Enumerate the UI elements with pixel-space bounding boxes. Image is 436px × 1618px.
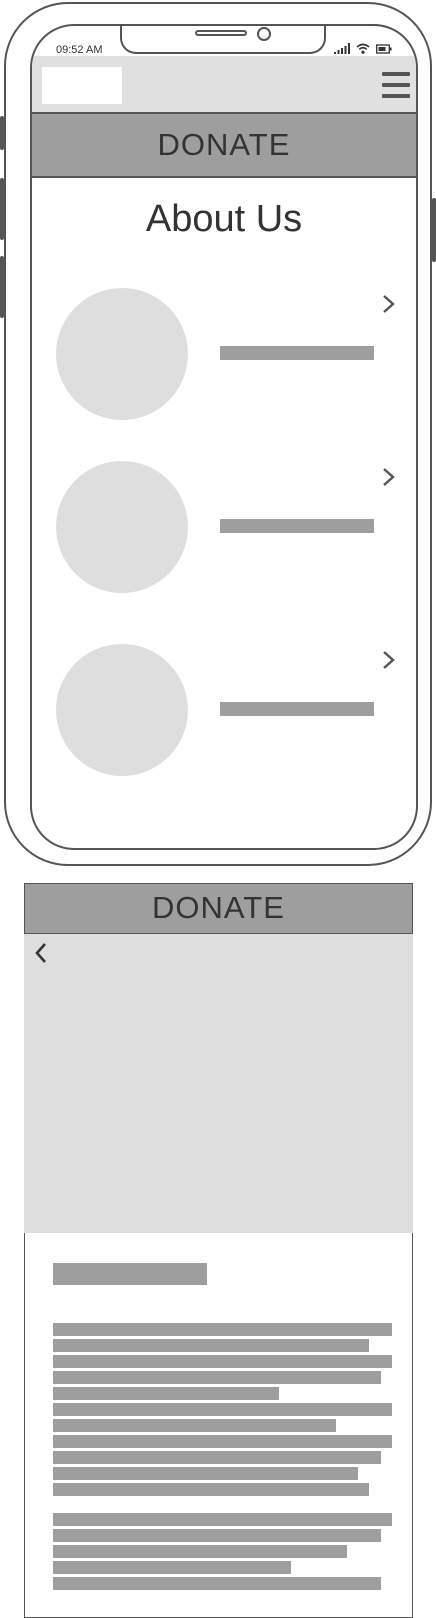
donate-button[interactable]: DONATE — [32, 114, 416, 178]
team-member-item[interactable] — [32, 461, 416, 597]
hamburger-menu-icon[interactable] — [382, 72, 410, 98]
chevron-right-icon[interactable] — [382, 650, 396, 670]
text-line-placeholder — [53, 1419, 336, 1432]
text-line-placeholder — [53, 1323, 392, 1336]
avatar-placeholder — [56, 288, 188, 420]
status-icons — [334, 42, 392, 54]
page-title: About Us — [145, 198, 303, 240]
chevron-left-icon[interactable] — [34, 942, 48, 964]
battery-icon — [376, 44, 392, 54]
avatar-placeholder — [56, 461, 188, 593]
text-line-placeholder — [53, 1577, 381, 1590]
chevron-right-icon[interactable] — [382, 294, 396, 314]
power-button — [432, 198, 436, 262]
app-header — [32, 56, 416, 114]
text-line-placeholder — [53, 1355, 392, 1368]
text-line-placeholder — [53, 1403, 392, 1416]
text-line-placeholder — [53, 1387, 279, 1400]
chevron-right-icon[interactable] — [382, 467, 396, 487]
text-line-placeholder — [53, 1529, 381, 1542]
name-placeholder-bar — [220, 519, 374, 533]
hero-image-placeholder — [24, 934, 413, 1233]
avatar-placeholder — [56, 644, 188, 776]
signal-icon — [334, 43, 350, 54]
team-member-item[interactable] — [32, 288, 416, 424]
wifi-icon — [356, 43, 370, 54]
logo-placeholder[interactable] — [42, 67, 122, 104]
text-line-placeholder — [53, 1513, 392, 1526]
text-line-placeholder — [53, 1467, 358, 1480]
phone-frame: 09:52 AM DONATE About Us — [4, 2, 432, 866]
phone-screen: 09:52 AM DONATE About Us — [30, 24, 418, 850]
name-placeholder-bar — [220, 702, 374, 716]
donate-button[interactable]: DONATE — [25, 884, 412, 934]
front-camera — [257, 27, 271, 41]
text-line-placeholder — [53, 1561, 291, 1574]
text-line-placeholder — [53, 1371, 381, 1384]
notch — [120, 26, 326, 54]
name-placeholder-bar — [220, 346, 374, 360]
text-line-placeholder — [53, 1545, 347, 1558]
speaker-grille — [195, 30, 247, 36]
member-detail-screen: DONATE — [24, 883, 413, 1618]
text-line-placeholder — [53, 1435, 392, 1448]
text-line-placeholder — [53, 1451, 381, 1464]
text-line-placeholder — [53, 1339, 369, 1352]
status-time: 09:52 AM — [56, 44, 103, 56]
status-bar: 09:52 AM — [32, 26, 416, 56]
detail-heading-placeholder — [53, 1263, 207, 1285]
text-line-placeholder — [53, 1483, 369, 1496]
team-member-item[interactable] — [32, 644, 416, 780]
